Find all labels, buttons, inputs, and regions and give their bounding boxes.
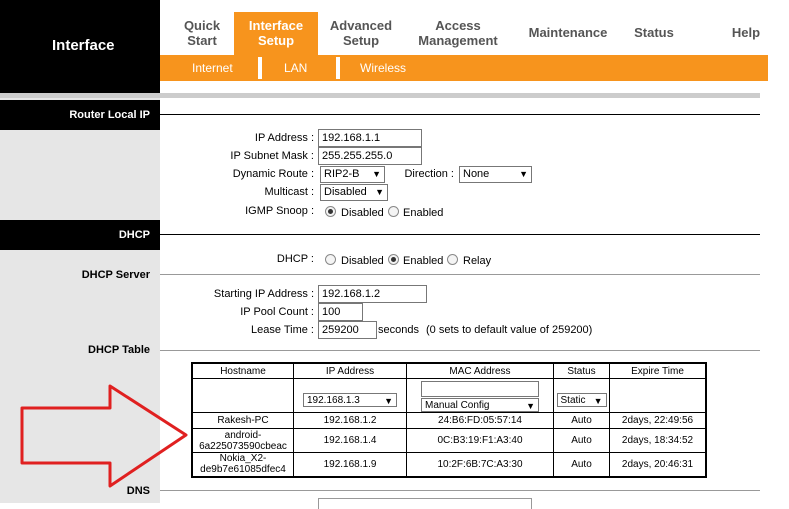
chevron-down-icon: ▼ bbox=[526, 400, 535, 411]
pool-count-input[interactable]: 100 bbox=[318, 303, 363, 321]
lease-time-input[interactable]: 259200 bbox=[318, 321, 377, 339]
ip-address-label: IP Address : bbox=[254, 132, 314, 144]
entry-status-cell: Static ▼ bbox=[553, 378, 610, 413]
direction-label: Direction : bbox=[404, 168, 454, 180]
subtab-wireless[interactable]: Wireless bbox=[360, 61, 406, 75]
row-ip: 192.168.1.2 bbox=[293, 412, 407, 429]
col-expire-time: Expire Time bbox=[609, 362, 707, 379]
col-ip-address: IP Address bbox=[293, 362, 407, 379]
ip-address-input[interactable]: 192.168.1.1 bbox=[318, 129, 422, 147]
igmp-enabled-radio[interactable] bbox=[388, 206, 399, 217]
subtab-divider bbox=[336, 57, 340, 79]
table-header-row: Hostname IP Address MAC Address Status E… bbox=[191, 362, 707, 379]
dhcp-enabled-radio[interactable] bbox=[388, 254, 399, 265]
row-expire: 2days, 18:34:52 bbox=[609, 428, 707, 453]
subtab-internet[interactable]: Internet bbox=[192, 61, 233, 75]
row-status: Auto bbox=[553, 428, 610, 453]
table-row: android- 6a225073590cbeac 192.168.1.4 0C:… bbox=[191, 428, 707, 453]
dynamic-route-label: Dynamic Route : bbox=[232, 168, 314, 180]
dhcp-disabled-text: Disabled bbox=[341, 255, 384, 267]
lease-time-label: Lease Time : bbox=[251, 324, 314, 336]
tab-help[interactable]: Help bbox=[726, 25, 766, 40]
section-dhcp: DHCP bbox=[0, 220, 160, 250]
dynamic-route-select[interactable]: RIP2-B ▼ bbox=[320, 166, 385, 183]
row-status: Auto bbox=[553, 452, 610, 477]
chevron-down-icon: ▼ bbox=[372, 169, 381, 179]
subtab-lan[interactable]: LAN bbox=[284, 61, 307, 75]
starting-ip-input[interactable]: 192.168.1.2 bbox=[318, 285, 427, 303]
section-rule bbox=[160, 490, 760, 491]
brand-title: Interface bbox=[52, 37, 115, 54]
entry-hostname-cell bbox=[191, 378, 294, 413]
igmp-enabled-text: Enabled bbox=[403, 207, 444, 219]
tab-maintenance[interactable]: Maintenance bbox=[522, 25, 614, 40]
igmp-disabled-radio[interactable] bbox=[325, 206, 336, 217]
dhcp-disabled-radio[interactable] bbox=[325, 254, 336, 265]
subtab-divider bbox=[258, 57, 262, 79]
tab-status[interactable]: Status bbox=[626, 25, 682, 40]
brand-block: Interface bbox=[0, 0, 160, 93]
tab-advanced-setup[interactable]: Advanced Setup bbox=[324, 18, 398, 48]
chevron-down-icon: ▼ bbox=[384, 395, 393, 406]
table-row: Nokia_X2- de9b7e61085dfec4 192.168.1.9 10… bbox=[191, 452, 707, 477]
annotation-arrow-icon bbox=[20, 384, 188, 488]
row-expire: 2days, 22:49:56 bbox=[609, 412, 707, 429]
entry-mac-mode-select[interactable]: Manual Config ▼ bbox=[421, 397, 539, 412]
entry-mac-input[interactable] bbox=[421, 380, 539, 397]
dhcp-mode-label: DHCP : bbox=[276, 253, 314, 265]
row-mac: 24:B6:FD:05:57:14 bbox=[406, 412, 554, 429]
tab-access-management[interactable]: Access Management bbox=[412, 18, 504, 48]
entry-expire-cell bbox=[609, 378, 707, 413]
entry-status-select[interactable]: Static ▼ bbox=[556, 392, 607, 407]
row-hostname: android- 6a225073590cbeac bbox=[191, 428, 294, 453]
col-mac-address: MAC Address bbox=[406, 362, 554, 379]
sub-nav: Internet LAN Wireless bbox=[160, 55, 768, 81]
row-hostname: Rakesh-PC bbox=[191, 412, 294, 429]
col-status: Status bbox=[553, 362, 610, 379]
row-mac: 0C:B3:19:F1:A3:40 bbox=[406, 428, 554, 453]
section-rule bbox=[160, 350, 760, 351]
section-rule bbox=[160, 234, 760, 235]
pool-count-label: IP Pool Count : bbox=[240, 306, 314, 318]
tab-interface-setup[interactable]: Interface Setup bbox=[234, 12, 318, 55]
row-expire: 2days, 20:46:31 bbox=[609, 452, 707, 477]
row-ip: 192.168.1.9 bbox=[293, 452, 407, 477]
section-rule bbox=[160, 114, 760, 115]
chevron-down-icon: ▼ bbox=[519, 169, 528, 179]
subnet-mask-label: IP Subnet Mask : bbox=[230, 150, 314, 162]
subnet-mask-input[interactable]: 255.255.255.0 bbox=[318, 147, 422, 165]
lease-unit: seconds bbox=[378, 324, 419, 336]
table-entry-row: 192.168.1.3 ▼ Manual Config ▼ Static ▼ bbox=[191, 378, 707, 413]
chevron-down-icon: ▼ bbox=[593, 395, 603, 406]
row-ip: 192.168.1.4 bbox=[293, 428, 407, 453]
top-nav: Quick Start Interface Setup Advanced Setup … bbox=[160, 0, 789, 55]
dhcp-table: Hostname IP Address MAC Address Status E… bbox=[191, 362, 707, 478]
dhcp-relay-text: Relay bbox=[463, 255, 492, 267]
direction-select[interactable]: None ▼ bbox=[459, 166, 532, 183]
row-status: Auto bbox=[553, 412, 610, 429]
multicast-label: Multicast : bbox=[264, 186, 314, 198]
igmp-disabled-text: Disabled bbox=[341, 207, 384, 219]
section-rule bbox=[160, 274, 760, 275]
table-row: Rakesh-PC 192.168.1.2 24:B6:FD:05:57:14 … bbox=[191, 412, 707, 429]
lease-note: (0 sets to default value of 259200) bbox=[426, 324, 593, 336]
entry-mac-cell: Manual Config ▼ bbox=[406, 378, 554, 413]
dhcp-enabled-text: Enabled bbox=[403, 255, 444, 267]
tab-quick-start[interactable]: Quick Start bbox=[174, 18, 230, 48]
dns-input[interactable] bbox=[318, 498, 532, 509]
section-dhcp-server: DHCP Server bbox=[81, 269, 150, 281]
row-mac: 10:2F:6B:7C:A3:30 bbox=[406, 452, 554, 477]
starting-ip-label: Starting IP Address : bbox=[213, 288, 314, 300]
multicast-select[interactable]: Disabled ▼ bbox=[320, 184, 388, 201]
entry-ip-cell: 192.168.1.3 ▼ bbox=[293, 378, 407, 413]
igmp-snoop-label: IGMP Snoop : bbox=[245, 205, 314, 217]
section-dhcp-table: DHCP Table bbox=[88, 344, 150, 356]
col-hostname: Hostname bbox=[191, 362, 294, 379]
section-router-local-ip: Router Local IP bbox=[0, 100, 160, 130]
dhcp-relay-radio[interactable] bbox=[447, 254, 458, 265]
chevron-down-icon: ▼ bbox=[375, 187, 384, 197]
row-hostname: Nokia_X2- de9b7e61085dfec4 bbox=[191, 452, 294, 477]
entry-ip-select[interactable]: 192.168.1.3 ▼ bbox=[303, 392, 397, 407]
